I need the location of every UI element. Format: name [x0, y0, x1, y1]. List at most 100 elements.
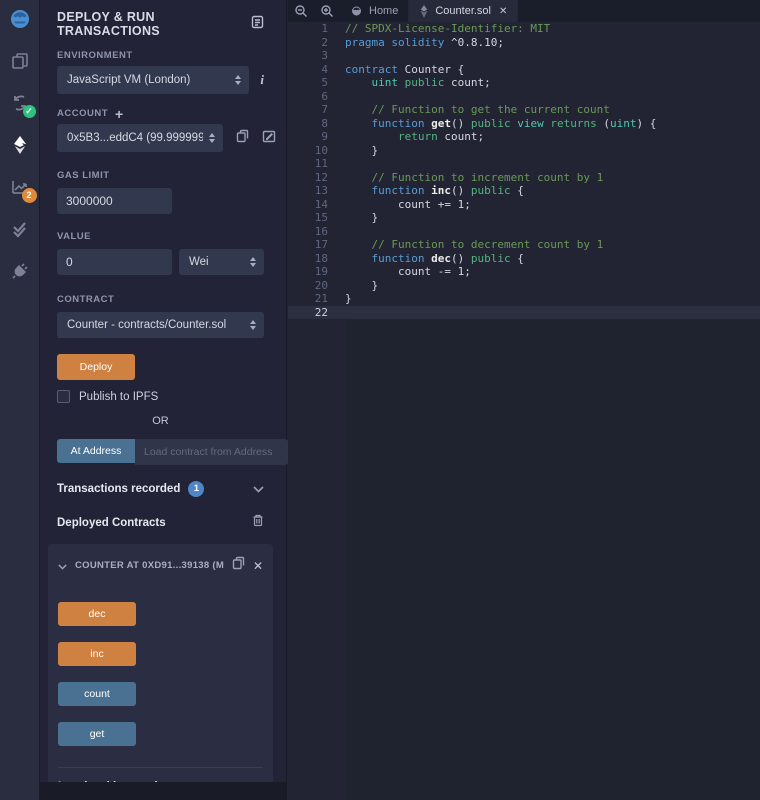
solidity-compiler-icon[interactable]: ✓: [0, 82, 40, 124]
value-input[interactable]: [57, 249, 172, 275]
code-line[interactable]: 18 function dec() public {: [288, 252, 760, 266]
transactions-recorded-label: Transactions recorded: [57, 483, 180, 495]
deployed-contract-title: COUNTER AT 0XD91...39138 (MEMORY: [75, 560, 224, 571]
close-icon[interactable]: ✕: [253, 559, 263, 573]
count-function-button[interactable]: count: [58, 682, 136, 706]
code-line[interactable]: 21}: [288, 292, 760, 306]
code-line[interactable]: 20 }: [288, 279, 760, 293]
add-account-icon[interactable]: +: [115, 109, 123, 119]
line-number: 10: [288, 144, 328, 158]
contract-actions: dec inc count get: [58, 602, 263, 746]
close-tab-icon[interactable]: ✕: [499, 6, 507, 17]
stepper-icon: [235, 75, 241, 85]
unit-testing-icon[interactable]: [0, 208, 40, 250]
publish-ipfs-checkbox[interactable]: [57, 390, 70, 403]
code-line[interactable]: 10 }: [288, 144, 760, 158]
at-address-button[interactable]: At Address: [57, 439, 135, 463]
environment-select[interactable]: JavaScript VM (London): [57, 66, 249, 94]
documentation-icon[interactable]: [251, 15, 264, 34]
code-area: 1// SPDX-License-Identifier: MIT2pragma …: [288, 22, 760, 319]
code-line[interactable]: 6: [288, 90, 760, 104]
code-line[interactable]: 7 // Function to get the current count: [288, 103, 760, 117]
dec-function-button[interactable]: dec: [58, 602, 136, 626]
environment-label: ENVIRONMENT: [57, 50, 133, 61]
contract-select[interactable]: Counter - contracts/Counter.sol: [57, 312, 264, 338]
line-number: 22: [288, 306, 328, 320]
line-number: 3: [288, 49, 328, 63]
value-label: VALUE: [57, 231, 91, 242]
contract-value: Counter - contracts/Counter.sol: [67, 319, 226, 331]
sign-message-icon[interactable]: [262, 129, 276, 148]
code-line[interactable]: 1// SPDX-License-Identifier: MIT: [288, 22, 760, 36]
deploy-and-run-icon[interactable]: [0, 124, 40, 166]
deployed-contract-card: COUNTER AT 0XD91...39138 (MEMORY ✕ dec in…: [48, 544, 273, 800]
line-number: 8: [288, 117, 328, 131]
environment-info-icon[interactable]: i: [260, 72, 264, 88]
remix-logo-icon[interactable]: [0, 0, 40, 40]
chevron-down-icon[interactable]: [253, 480, 264, 498]
tab-counter-sol[interactable]: Counter.sol ✕: [409, 0, 518, 22]
line-number: 20: [288, 279, 328, 293]
code-line[interactable]: 19 count -= 1;: [288, 265, 760, 279]
code-line[interactable]: 5 uint public count;: [288, 76, 760, 90]
static-analysis-icon[interactable]: 2: [0, 166, 40, 208]
code-line[interactable]: 17 // Function to decrement count by 1: [288, 238, 760, 252]
code-line[interactable]: 9 return count;: [288, 130, 760, 144]
code-line[interactable]: 13 function inc() public {: [288, 184, 760, 198]
code-line[interactable]: 2pragma solidity ^0.8.10;: [288, 36, 760, 50]
inc-function-button[interactable]: inc: [58, 642, 136, 666]
line-number: 7: [288, 103, 328, 117]
copy-account-icon[interactable]: [236, 129, 249, 148]
line-number: 14: [288, 198, 328, 212]
copy-address-icon[interactable]: [232, 556, 245, 575]
value-unit-select[interactable]: Wei: [179, 249, 264, 275]
line-number: 9: [288, 130, 328, 144]
code-line[interactable]: 3: [288, 49, 760, 63]
at-address-input[interactable]: [135, 439, 288, 465]
value-unit: Wei: [189, 256, 209, 268]
environment-value: JavaScript VM (London): [67, 74, 190, 86]
line-number: 5: [288, 76, 328, 90]
editor-empty-area: [346, 319, 760, 800]
get-function-button[interactable]: get: [58, 722, 136, 746]
stepper-icon: [209, 133, 215, 143]
or-separator: OR: [57, 415, 264, 427]
code-line[interactable]: 12 // Function to increment count by 1: [288, 171, 760, 185]
stepper-icon: [250, 257, 256, 267]
tab-home[interactable]: Home: [340, 0, 409, 22]
divider: [58, 767, 263, 768]
zoom-in-icon[interactable]: [314, 0, 340, 22]
tab-counter-label: Counter.sol: [435, 5, 491, 17]
remix-home-icon: [350, 5, 363, 18]
zoom-out-icon[interactable]: [288, 0, 314, 22]
chevron-down-icon[interactable]: [58, 557, 67, 575]
account-value: 0x5B3...eddC4 (99.9999999: [67, 132, 203, 144]
gas-limit-label: GAS LIMIT: [57, 170, 110, 181]
deploy-run-panel: DEPLOY & RUN TRANSACTIONS ENVIRONMENT Ja…: [40, 0, 287, 800]
solidity-file-icon: [419, 5, 429, 18]
code-line[interactable]: 14 count += 1;: [288, 198, 760, 212]
tab-home-label: Home: [369, 5, 398, 17]
compiler-success-badge: ✓: [23, 105, 36, 118]
gas-limit-input[interactable]: [57, 188, 172, 214]
code-line[interactable]: 8 function get() public view returns (ui…: [288, 117, 760, 131]
plugin-icon-bar: ✓ 2: [0, 0, 40, 800]
code-line[interactable]: 4contract Counter {: [288, 63, 760, 77]
line-number: 17: [288, 238, 328, 252]
file-explorer-icon[interactable]: [0, 40, 40, 82]
line-number: 15: [288, 211, 328, 225]
account-select[interactable]: 0x5B3...eddC4 (99.9999999: [57, 124, 223, 152]
panel-bottom-bar: [40, 782, 286, 800]
panel-title: DEPLOY & RUN TRANSACTIONS: [57, 10, 251, 38]
code-line[interactable]: 15 }: [288, 211, 760, 225]
deploy-button[interactable]: Deploy: [57, 354, 135, 380]
code-line[interactable]: 11: [288, 157, 760, 171]
stepper-icon: [250, 320, 256, 330]
transactions-count-badge: 1: [188, 481, 204, 497]
code-line[interactable]: 22: [288, 306, 760, 320]
plugin-manager-icon[interactable]: [0, 250, 40, 292]
analysis-count-badge: 2: [22, 188, 37, 203]
deployed-contracts-label: Deployed Contracts: [57, 517, 166, 529]
trash-icon[interactable]: [252, 514, 264, 532]
code-line[interactable]: 16: [288, 225, 760, 239]
